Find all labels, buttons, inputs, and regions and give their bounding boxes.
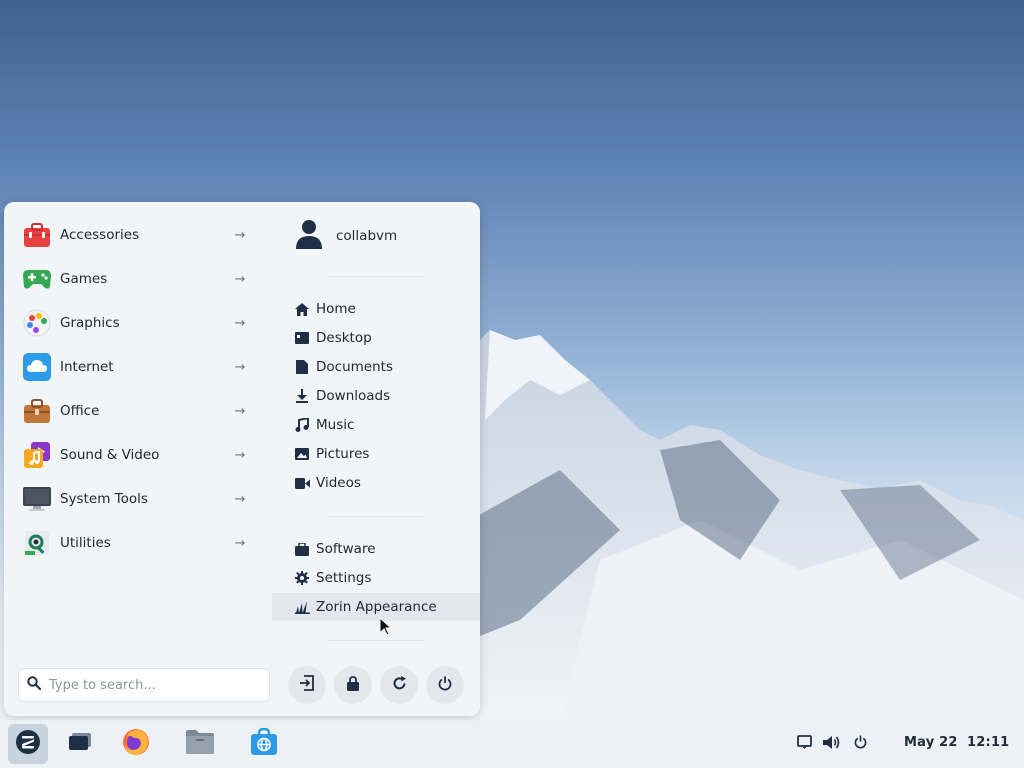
username-label: collabvm [336,228,398,244]
desktop-icon [294,330,310,346]
volume-button[interactable] [822,734,842,754]
menu-item-label: Settings [316,570,372,586]
power-icon [854,735,867,753]
arrow-right-icon: → [234,359,246,375]
clock[interactable]: May 22 12:11 [904,735,1009,750]
category-system-tools[interactable]: System Tools → [20,479,254,519]
place-videos[interactable]: Videos [272,469,480,497]
restart-button[interactable] [380,666,418,704]
logout-button[interactable] [288,666,326,704]
accessories-icon [22,220,52,250]
arrow-right-icon: → [234,403,246,419]
monitor-icon [22,484,52,514]
zorin-menu-button[interactable] [8,724,48,764]
software-bag-icon [294,541,310,557]
workspaces-button[interactable] [60,724,100,764]
gamepad-icon [22,264,52,294]
software-store-icon [250,727,278,760]
user-avatar-icon [292,218,326,254]
menu-item-zorin-appearance[interactable]: Zorin Appearance [272,593,480,621]
lock-icon [347,675,359,695]
appearance-icon [294,599,310,615]
arrow-right-icon: → [234,271,246,287]
arrow-right-icon: → [234,315,246,331]
firefox-button[interactable] [116,724,156,764]
files-icon [185,729,215,759]
software-store-button[interactable] [244,724,284,764]
place-pictures[interactable]: Pictures [272,440,480,468]
music-icon [294,417,310,433]
category-label: Graphics [60,315,120,331]
picture-icon [294,446,310,462]
search-icon [27,676,42,694]
gear-icon [294,570,310,586]
arrow-right-icon: → [234,447,246,463]
power-button[interactable] [426,666,464,704]
place-home[interactable]: Home [272,295,480,323]
divider [328,276,424,277]
category-label: Internet [60,359,114,375]
files-button[interactable] [180,724,220,764]
place-label: Home [316,301,356,317]
category-label: System Tools [60,491,148,507]
arrow-right-icon: → [234,491,246,507]
cloud-icon [22,352,52,382]
place-label: Pictures [316,446,370,462]
place-music[interactable]: Music [272,411,480,439]
search-box[interactable] [18,668,270,702]
briefcase-icon [22,396,52,426]
category-label: Accessories [60,227,140,243]
workspaces-icon [69,733,91,755]
lock-button[interactable] [334,666,372,704]
media-icon [22,440,52,470]
menu-item-software[interactable]: Software [272,535,480,563]
user-account[interactable]: collabvm [292,218,397,254]
category-office[interactable]: Office → [20,391,254,431]
video-icon [294,475,310,491]
category-utilities[interactable]: Utilities → [20,523,254,563]
power-icon [438,676,452,695]
arrow-right-icon: → [234,227,246,243]
category-accessories[interactable]: Accessories → [20,215,254,255]
divider [328,516,424,517]
home-icon [294,301,310,317]
place-label: Documents [316,359,393,375]
arrow-right-icon: → [234,535,246,551]
volume-icon [823,735,841,754]
place-label: Desktop [316,330,372,346]
place-label: Music [316,417,355,433]
category-graphics[interactable]: Graphics → [20,303,254,343]
mouse-cursor-icon [379,616,393,640]
place-desktop[interactable]: Desktop [272,324,480,352]
notification-button[interactable] [794,734,814,754]
place-downloads[interactable]: Downloads [272,382,480,410]
zorin-menu-icon [15,729,41,759]
category-label: Sound & Video [60,447,160,463]
search-input[interactable] [49,677,249,693]
utilities-icon [22,528,52,558]
menu-item-settings[interactable]: Settings [272,564,480,592]
category-internet[interactable]: Internet → [20,347,254,387]
menu-item-label: Zorin Appearance [316,599,437,615]
notification-icon [796,735,812,753]
category-label: Games [60,271,108,287]
system-power-button[interactable] [850,734,870,754]
category-label: Utilities [60,535,111,551]
logout-icon [299,675,315,695]
place-documents[interactable]: Documents [272,353,480,381]
document-icon [294,359,310,375]
restart-icon [392,675,407,695]
category-label: Office [60,403,100,419]
place-label: Videos [316,475,361,491]
category-sound-video[interactable]: Sound & Video → [20,435,254,475]
palette-icon [22,308,52,338]
firefox-icon [121,727,151,761]
divider [328,640,424,641]
menu-item-label: Software [316,541,376,557]
category-games[interactable]: Games → [20,259,254,299]
download-icon [294,388,310,404]
place-label: Downloads [316,388,391,404]
